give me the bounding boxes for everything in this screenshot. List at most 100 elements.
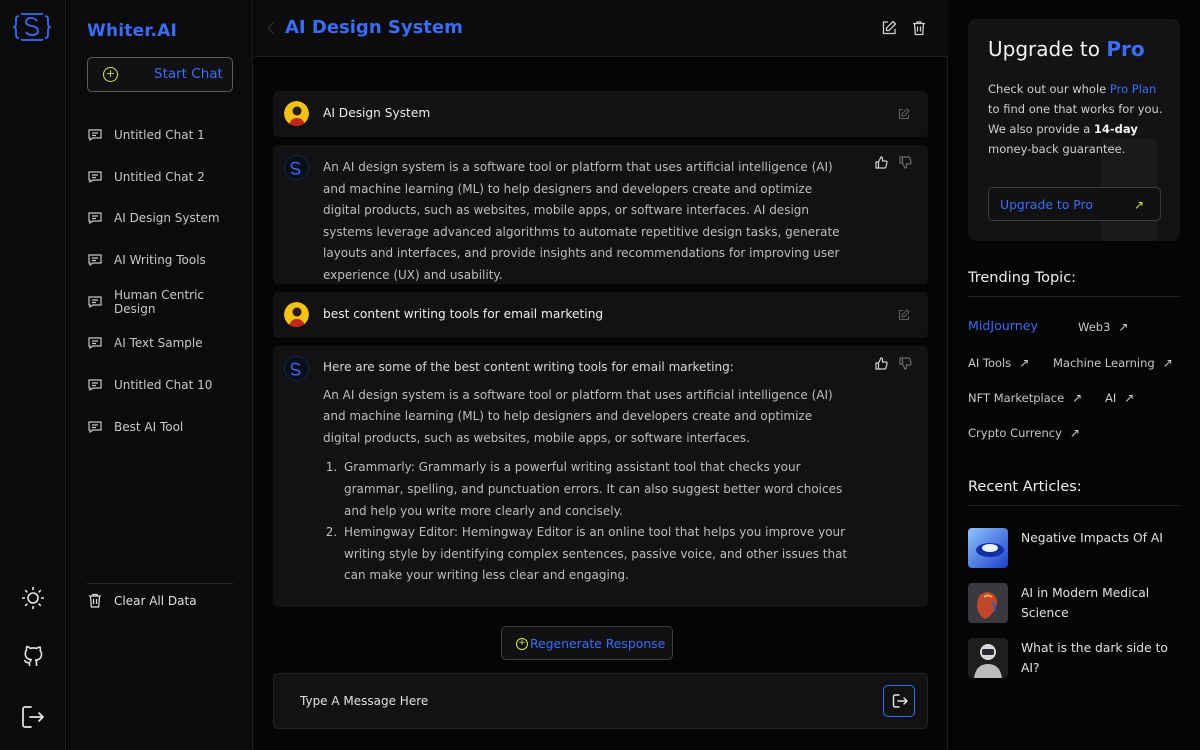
thumbs-down-icon[interactable]: [899, 156, 912, 169]
icon-rail: [0, 0, 66, 750]
sidebar-chat-item[interactable]: AI Writing Tools: [87, 239, 247, 281]
arrow-up-right-icon: ↗: [1019, 356, 1030, 370]
start-chat-label: Start Chat: [154, 66, 223, 82]
thumbs-up-icon[interactable]: [875, 357, 888, 370]
topic-tag-midjourney[interactable]: MidJourney: [968, 318, 1038, 333]
start-chat-button[interactable]: + Start Chat: [87, 57, 233, 92]
sidebar-divider: [87, 583, 233, 584]
user-message: best content writing tools for email mar…: [273, 292, 928, 338]
user-avatar: [284, 101, 309, 126]
assistant-message-text: An AI design system is a software tool o…: [323, 160, 840, 282]
recent-articles-title: Recent Articles:: [968, 479, 1082, 495]
user-message-text: AI Design System: [323, 106, 431, 120]
trending-topic-title: Trending Topic:: [968, 270, 1077, 286]
arrow-up-right-icon: ↗: [1134, 198, 1145, 212]
chat-bubble-icon: [88, 212, 102, 225]
arrow-up-right-icon: ↗: [1162, 356, 1173, 370]
list-item: Hemingway Editor: Hemingway Editor is an…: [341, 522, 848, 587]
page-title: AI Design System: [285, 17, 463, 38]
article-title: Negative Impacts Of AI: [1021, 531, 1163, 545]
clear-all-label: Clear All Data: [114, 593, 197, 608]
trash-icon: [89, 593, 101, 608]
bot-logo-icon: [284, 356, 309, 381]
chevron-left-icon[interactable]: [266, 21, 276, 35]
sidebar-chat-item[interactable]: Best AI Tool: [87, 406, 247, 448]
arrow-up-right-icon: ↗: [1069, 426, 1080, 440]
message-composer: [273, 673, 928, 729]
right-panel: ▮ Upgrade to Pro Check out our whole Pro…: [949, 0, 1200, 750]
topic-tag-nft-marketplace[interactable]: NFT Marketplace ↗: [968, 391, 1082, 405]
article-item[interactable]: AI in Modern Medical Science: [968, 583, 1180, 625]
sidebar-chat-item[interactable]: Untitled Chat 1: [87, 114, 247, 156]
sun-icon[interactable]: [20, 585, 46, 611]
article-thumbnail: [968, 528, 1008, 568]
chat-item-label: Untitled Chat 1: [114, 127, 205, 142]
pro-plan-link[interactable]: Pro Plan: [1110, 82, 1156, 96]
article-item[interactable]: Negative Impacts Of AI: [968, 528, 1180, 570]
assistant-list: Grammarly: Grammarly is a powerful writi…: [341, 457, 848, 587]
topic-tag-machine-learning[interactable]: Machine Learning ↗: [1053, 356, 1173, 370]
article-title: What is the dark side to AI?: [1021, 641, 1168, 675]
edit-icon[interactable]: [881, 20, 897, 36]
send-icon: [892, 694, 908, 708]
chat-bubble-icon: [88, 379, 102, 391]
chat-main: AI Design System AI Design System An AI …: [254, 0, 948, 750]
thumbs-up-icon[interactable]: [875, 156, 888, 169]
article-item[interactable]: What is the dark side to AI?: [968, 638, 1180, 680]
edit-icon[interactable]: [898, 108, 910, 120]
sidebar-chat-item[interactable]: Untitled Chat 2: [87, 156, 247, 198]
chat-bubble-icon: [88, 421, 102, 433]
brand-name: Whiter.AI: [87, 21, 178, 41]
edit-icon[interactable]: [898, 309, 910, 321]
sidebar-chat-item[interactable]: AI Design System: [87, 197, 247, 239]
sidebar-chat-item[interactable]: AI Text Sample: [87, 322, 247, 364]
chat-bubble-icon: [88, 129, 102, 141]
sidebar-chat-item[interactable]: Untitled Chat 10: [87, 364, 247, 406]
trash-icon[interactable]: [911, 20, 927, 36]
topic-tag-ai[interactable]: AI ↗: [1105, 391, 1134, 405]
promo-title: Upgrade to Pro: [988, 37, 1145, 61]
plus-circle-icon: +: [516, 638, 528, 650]
list-item: Grammarly: Grammarly is a powerful writi…: [341, 457, 848, 522]
arrow-up-right-icon: ↗: [1072, 391, 1083, 405]
regenerate-label: Regenerate Response: [530, 636, 666, 651]
chat-item-label: Untitled Chat 2: [114, 169, 205, 184]
thumbs-down-icon[interactable]: [899, 357, 912, 370]
upgrade-button-label: Upgrade to Pro: [1000, 197, 1093, 212]
assistant-message: An AI design system is a software tool o…: [273, 145, 928, 284]
chat-bubble-icon: [88, 254, 102, 266]
user-avatar: [284, 302, 309, 327]
arrow-up-right-icon: ↗: [1118, 320, 1129, 334]
upgrade-to-pro-button[interactable]: Upgrade to Pro ↗: [988, 187, 1161, 221]
article-thumbnail: [968, 638, 1008, 678]
regenerate-response-button[interactable]: + Regenerate Response: [501, 626, 673, 660]
chat-item-label: Best AI Tool: [114, 419, 184, 434]
chat-bubble-icon: [88, 170, 102, 183]
assistant-message-body: Here are some of the best content writin…: [323, 357, 848, 587]
assistant-message-text: An AI design system is a software tool o…: [323, 387, 833, 445]
user-message: AI Design System: [273, 91, 928, 137]
message-input[interactable]: [300, 691, 860, 711]
chat-header: AI Design System: [254, 0, 948, 57]
plus-circle-icon: +: [103, 67, 118, 82]
logout-icon[interactable]: [20, 704, 46, 730]
upgrade-promo-card: ▮ Upgrade to Pro Check out our whole Pro…: [968, 19, 1180, 241]
github-icon[interactable]: [20, 644, 46, 670]
logo-icon[interactable]: [11, 10, 53, 44]
chat-bubble-icon: [88, 295, 102, 308]
topic-tag-ai-tools[interactable]: AI Tools ↗: [968, 356, 1029, 370]
sidebar-chat-item[interactable]: Human Centric Design: [87, 281, 247, 323]
clear-all-data-button[interactable]: Clear All Data: [87, 593, 197, 608]
send-button[interactable]: [883, 685, 915, 717]
chat-item-label: Human Centric Design: [114, 287, 205, 316]
sidebar: Whiter.AI + Start Chat Untitled Chat 1 U…: [67, 0, 253, 750]
topic-tag-crypto-currency[interactable]: Crypto Currency ↗: [968, 426, 1080, 440]
article-title: AI in Modern Medical Science: [1021, 586, 1150, 620]
topic-tag-web3[interactable]: Web3 ↗: [1078, 320, 1128, 334]
promo-description: Check out our whole Pro Plan to find one…: [988, 82, 1163, 156]
chat-item-label: AI Text Sample: [114, 336, 203, 351]
chat-item-label: AI Writing Tools: [114, 252, 206, 267]
chat-item-label: Untitled Chat 10: [114, 377, 213, 392]
bot-logo-icon: [284, 155, 309, 180]
user-message-text: best content writing tools for email mar…: [323, 307, 604, 321]
